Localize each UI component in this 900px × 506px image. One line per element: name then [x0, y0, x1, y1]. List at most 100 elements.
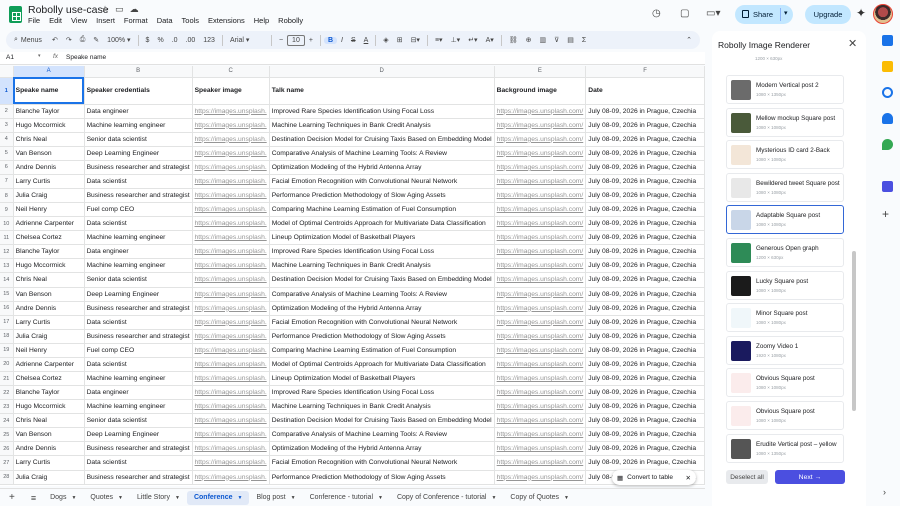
keep-icon[interactable] — [882, 61, 893, 72]
contacts-icon[interactable] — [882, 113, 893, 124]
sheet-tab[interactable]: Conference - tutorial ▼ — [303, 491, 390, 505]
fill-color-icon[interactable]: ◈ — [379, 36, 392, 44]
cell[interactable]: Business researcher and strategist — [84, 441, 193, 457]
cell[interactable]: Model of Optimal Centroids Approach for … — [269, 357, 495, 372]
cell[interactable]: https://images.unsplash. — [192, 146, 270, 161]
cell[interactable]: https://images.unsplash.com/ — [494, 315, 587, 330]
cell[interactable]: https://images.unsplash.com/ — [494, 455, 587, 471]
cell[interactable]: Andre Dennis — [13, 441, 85, 457]
cell[interactable]: Machine Learning Techniques in Bank Cred… — [269, 118, 495, 133]
template-card[interactable]: Minor Square post 1080 × 1080px — [726, 303, 844, 333]
decrease-decimal-button[interactable]: .0 — [168, 37, 182, 44]
header-cell[interactable]: Speake name — [13, 77, 85, 105]
cell[interactable]: https://images.unsplash. — [192, 202, 270, 218]
upgrade-button[interactable]: Upgrade — [805, 5, 851, 24]
cell[interactable]: Neil Henry — [13, 343, 85, 358]
cell[interactable]: https://images.unsplash. — [192, 413, 270, 429]
cell[interactable]: Larry Curtis — [13, 455, 85, 471]
template-card[interactable]: Adaptable Square post 1080 × 1080px — [726, 205, 844, 235]
cell[interactable]: https://images.unsplash.com/ — [494, 329, 587, 344]
cell[interactable]: https://images.unsplash. — [192, 343, 270, 358]
cell[interactable]: https://images.unsplash. — [192, 272, 270, 288]
comments-icon[interactable]: ▢ — [680, 8, 689, 19]
cell[interactable]: Facial Emotion Recognition with Convolut… — [269, 174, 495, 189]
sheet-menu-icon[interactable]: ▼ — [564, 495, 569, 501]
all-sheets-icon[interactable]: ≡ — [24, 493, 43, 503]
insert-comment-icon[interactable]: ⊕ — [522, 36, 536, 44]
cell[interactable]: Larry Curtis — [13, 174, 85, 189]
cell[interactable]: July 08-09, 2026 in Prague, Czechia — [585, 301, 705, 316]
cell[interactable]: Chris Neal — [13, 132, 85, 147]
cell[interactable]: Senior data scientist — [84, 132, 193, 147]
number-format-button[interactable]: 123 — [199, 37, 219, 44]
cell[interactable]: https://images.unsplash. — [192, 287, 270, 302]
cell[interactable]: Destination Decision Model for Cruising … — [269, 272, 495, 288]
cell[interactable]: https://images.unsplash. — [192, 470, 270, 485]
row-number[interactable]: 27 — [0, 455, 14, 471]
cell[interactable]: https://images.unsplash.com/ — [494, 427, 587, 443]
row-number[interactable]: 10 — [0, 216, 14, 232]
cell[interactable]: Fuel comp CEO — [84, 202, 193, 218]
cell[interactable]: https://images.unsplash. — [192, 118, 270, 133]
cell[interactable]: https://images.unsplash. — [192, 385, 270, 401]
row-number[interactable]: 14 — [0, 272, 14, 288]
move-folder-icon[interactable]: ▭ — [115, 4, 124, 15]
cell[interactable]: Van Benson — [13, 427, 85, 443]
menu-extensions[interactable]: Extensions — [208, 16, 245, 25]
header-cell[interactable]: Speaker credentials — [84, 77, 193, 105]
cell[interactable]: Data engineer — [84, 385, 193, 401]
row-number[interactable]: 3 — [0, 118, 14, 133]
cell[interactable]: https://images.unsplash. — [192, 329, 270, 344]
cell[interactable]: https://images.unsplash. — [192, 258, 270, 274]
cell[interactable]: Optimization Modeling of the Hybrid Ante… — [269, 301, 495, 316]
cell[interactable]: Destination Decision Model for Cruising … — [269, 132, 495, 147]
template-card[interactable]: Bewildered tweet Square post 1080 × 1080p… — [726, 172, 844, 202]
cell[interactable]: https://images.unsplash.com/ — [494, 470, 587, 485]
template-card[interactable]: Obvious Square post 1080 × 1080px — [726, 401, 844, 430]
expand-rail-icon[interactable]: › — [883, 487, 886, 497]
cell[interactable]: Comparative Analysis of Machine Learning… — [269, 146, 495, 161]
cell[interactable]: July 08-09, 2026 in Prague, Czechia — [585, 244, 705, 260]
column-header-d[interactable]: D — [269, 66, 495, 78]
font-size-increase-button[interactable]: + — [305, 37, 317, 44]
cell[interactable]: Data engineer — [84, 244, 193, 260]
cell[interactable]: https://images.unsplash. — [192, 427, 270, 443]
cell[interactable]: Julia Craig — [13, 329, 85, 344]
row-number[interactable]: 11 — [0, 230, 14, 246]
redo-icon[interactable]: ↷ — [62, 36, 76, 44]
cell[interactable]: Facial Emotion Recognition with Convolut… — [269, 455, 495, 471]
cell[interactable]: Comparing Machine Learning Estimation of… — [269, 343, 495, 358]
cell[interactable]: Chris Neal — [13, 413, 85, 429]
vertical-align-icon[interactable]: ⊥▾ — [447, 36, 465, 44]
cell[interactable]: Machine learning engineer — [84, 118, 193, 133]
panel-scrollbar[interactable] — [852, 251, 856, 411]
sheet-tab[interactable]: Dogs ▼ — [43, 491, 83, 505]
cell[interactable]: https://images.unsplash.com/ — [494, 258, 587, 274]
cell[interactable]: Fuel comp CEO — [84, 343, 193, 358]
share-dropdown-icon[interactable]: ▾ — [784, 9, 788, 17]
sheet-tab[interactable]: Copy of Quotes ▼ — [503, 491, 576, 505]
cell[interactable]: Machine learning engineer — [84, 258, 193, 274]
font-size-decrease-button[interactable]: − — [275, 37, 287, 44]
cell[interactable]: https://images.unsplash. — [192, 216, 270, 232]
get-addons-icon[interactable]: + — [882, 207, 889, 221]
share-button[interactable]: Share ▾ — [735, 5, 793, 24]
cell[interactable]: https://images.unsplash.com/ — [494, 188, 587, 204]
sheet-menu-icon[interactable]: ▼ — [491, 495, 496, 501]
cell[interactable]: https://images.unsplash.com/ — [494, 244, 587, 260]
cell[interactable]: Machine Learning Techniques in Bank Cred… — [269, 399, 495, 415]
cell[interactable]: https://images.unsplash.com/ — [494, 174, 587, 189]
cell[interactable]: Comparative Analysis of Machine Learning… — [269, 287, 495, 302]
cell[interactable]: Model of Optimal Centroids Approach for … — [269, 216, 495, 232]
cell[interactable]: Chelsea Cortez — [13, 230, 85, 246]
cell[interactable]: July 08-09, 2026 in Prague, Czechia — [585, 230, 705, 246]
cell[interactable]: Performance Prediction Methodology of Sl… — [269, 329, 495, 344]
cell[interactable]: Performance Prediction Methodology of Sl… — [269, 470, 495, 485]
cell[interactable]: Senior data scientist — [84, 272, 193, 288]
cell[interactable]: Facial Emotion Recognition with Convolut… — [269, 315, 495, 330]
cell[interactable]: https://images.unsplash. — [192, 315, 270, 330]
row-number[interactable]: 1 — [0, 77, 14, 105]
row-number[interactable]: 12 — [0, 244, 14, 260]
cell[interactable]: Blanche Taylor — [13, 244, 85, 260]
cell[interactable]: https://images.unsplash.com/ — [494, 132, 587, 147]
